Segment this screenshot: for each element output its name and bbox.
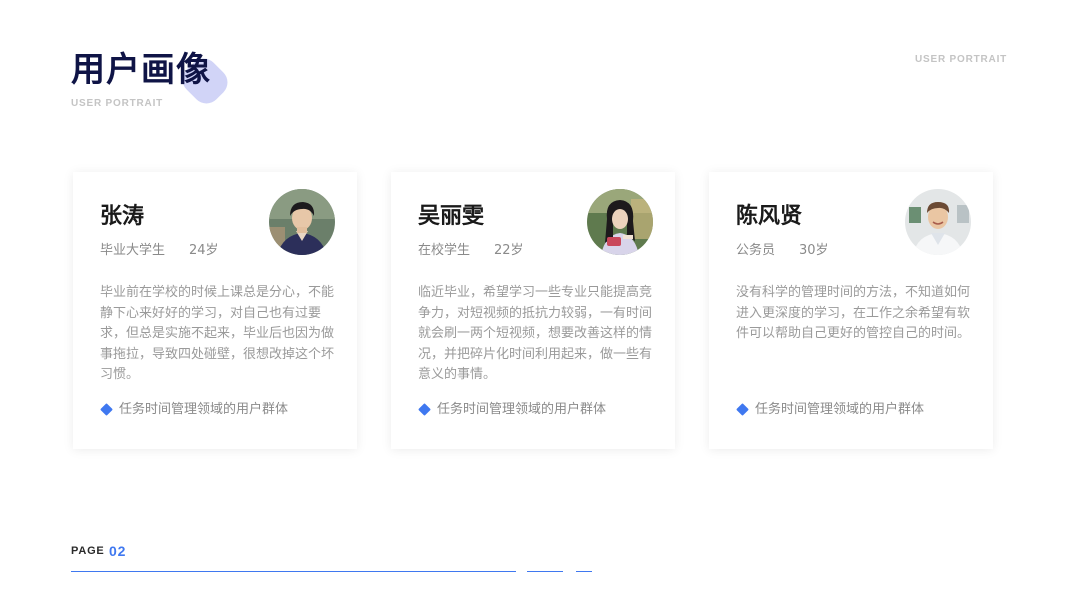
user-role: 公务员 xyxy=(736,243,776,258)
user-role: 毕业大学生 xyxy=(100,243,166,258)
avatar xyxy=(587,189,653,255)
user-tag: 任务时间管理领域的用户群体 xyxy=(418,401,606,419)
page-title: 用户画像 xyxy=(71,50,211,90)
user-meta: 毕业大学生 24岁 xyxy=(100,242,219,260)
diamond-bullet-icon xyxy=(418,402,431,416)
corner-label: USER PORTRAIT xyxy=(915,54,1008,65)
page-subtitle: USER PORTRAIT xyxy=(71,98,164,109)
user-tag-label: 任务时间管理领域的用户群体 xyxy=(119,402,289,417)
footer-line-long xyxy=(71,571,516,572)
diamond-bullet-icon xyxy=(736,402,749,416)
title-block: 用户画像 xyxy=(71,50,234,110)
avatar xyxy=(905,189,971,255)
young-man-photo-icon xyxy=(269,189,335,255)
user-age: 22岁 xyxy=(494,243,524,258)
user-tag-label: 任务时间管理领域的用户群体 xyxy=(755,402,925,417)
user-name: 张涛 xyxy=(100,204,145,229)
page-label: PAGE xyxy=(71,545,105,557)
user-name: 陈风贤 xyxy=(736,204,803,229)
user-meta: 在校学生 22岁 xyxy=(418,242,524,260)
user-tag-label: 任务时间管理领域的用户群体 xyxy=(437,402,607,417)
user-age: 30岁 xyxy=(799,243,829,258)
smiling-man-photo-icon xyxy=(905,189,971,255)
page-number: 02 xyxy=(109,543,127,559)
user-card-2: 吴丽雯 在校学生 22岁 临近毕业，希望学习一些专业只能提高竞争力，对短视频的抵抗… xyxy=(391,172,675,449)
footer-line-medium xyxy=(527,571,563,572)
user-role: 在校学生 xyxy=(418,243,471,258)
user-tag: 任务时间管理领域的用户群体 xyxy=(100,401,288,419)
avatar xyxy=(269,189,335,255)
user-tag: 任务时间管理领域的用户群体 xyxy=(736,401,924,419)
user-name: 吴丽雯 xyxy=(418,204,485,229)
footer-line-short xyxy=(576,571,592,572)
user-description: 临近毕业，希望学习一些专业只能提高竞争力，对短视频的抵抗力较弱，一有时间就会刷一… xyxy=(418,285,653,382)
user-description: 没有科学的管理时间的方法，不知道如何进入更深度的学习，在工作之余希望有软件可以帮… xyxy=(736,285,971,341)
user-description: 毕业前在学校的时候上课总是分心，不能静下心来好好的学习，对自己也有过要求，但总是… xyxy=(100,285,335,382)
user-card-3: 陈风贤 公务员 30岁 没有科学的管理时间的方法，不知道如何进入更深度的学习，在工… xyxy=(709,172,993,449)
user-meta: 公务员 30岁 xyxy=(736,242,829,260)
user-card-1: 张涛 毕业大学生 24岁 毕业前在学校的时候上课总是分心，不能静下心来好好的学习，… xyxy=(73,172,357,449)
user-age: 24岁 xyxy=(189,243,219,258)
diamond-bullet-icon xyxy=(100,402,113,416)
young-woman-photo-icon xyxy=(587,189,653,255)
